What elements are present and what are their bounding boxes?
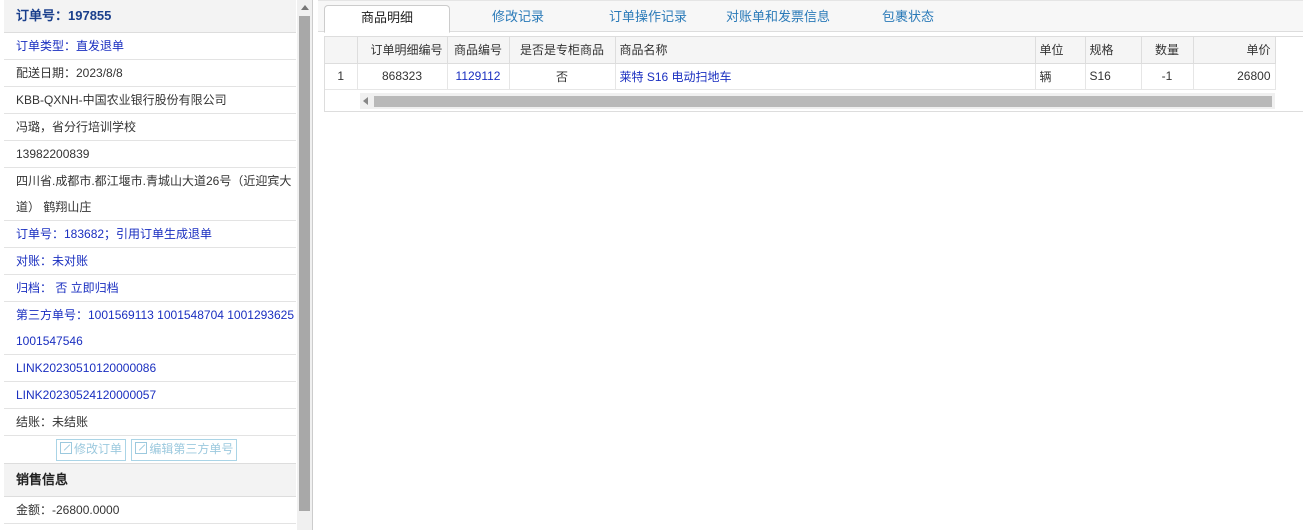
order-actions: 修改订单 编辑第三方单号 [4,436,296,464]
tab-product-details[interactable]: 商品明细 [324,5,450,33]
left-vertical-scrollbar[interactable] [297,0,312,530]
cell-index: 1 [325,63,358,90]
arrow-up-icon[interactable] [301,5,309,10]
scrollbar-thumb[interactable] [299,16,310,511]
arrow-left-icon[interactable] [363,97,368,105]
cell-counter-product: 否 [509,63,616,90]
col-header-quantity[interactable]: 数量 [1141,37,1194,64]
product-grid: 订单明细编号 商品编号 是否是专柜商品 商品名称 单位 规格 数量 单价 1 8… [324,36,1303,112]
product-table: 订单明细编号 商品编号 是否是专柜商品 商品名称 单位 规格 数量 单价 1 8… [325,37,1276,90]
order-info-content: 订单号：197855 订单类型：直发退单 配送日期：2023/8/8 KBB-Q… [4,0,296,524]
detail-panel: 商品明细 修改记录 订单操作记录 对账单和发票信息 包裹状态 订单明细编号 商品… [318,0,1303,530]
col-header-detail-id[interactable]: 订单明细编号 [357,37,448,64]
contact-name: 冯璐，省分行培训学校 [4,114,296,141]
cell-unit-price: 26800 [1193,63,1276,90]
table-row[interactable]: 1 868323 1129112 否 莱特 S16 电动扫地车 辆 S16 -1… [325,63,1276,90]
tab-package-status[interactable]: 包裹状态 [858,5,958,31]
order-number-title: 订单号：197855 [4,0,296,33]
tab-modification-log[interactable]: 修改记录 [458,5,578,31]
sales-amount: 金额：-26800.0000 [4,497,296,524]
tab-statement-invoice[interactable]: 对账单和发票信息 [713,5,843,31]
customer-company: KBB-QXNH-中国农业银行股份有限公司 [4,87,296,114]
col-header-unit-price[interactable]: 单价 [1193,37,1276,64]
cell-quantity: -1 [1141,63,1194,90]
order-info-panel: 订单号：197855 订单类型：直发退单 配送日期：2023/8/8 KBB-Q… [0,0,313,530]
link-number-2: LINK20230524120000057 [4,382,296,409]
edit-third-party-label: 编辑第三方单号 [149,442,234,456]
tab-bar: 商品明细 修改记录 订单操作记录 对账单和发票信息 包裹状态 [318,0,1303,33]
col-header-spec[interactable]: 规格 [1085,37,1142,64]
third-party-numbers: 第三方单号：1001569113 1001548704 1001293625 1… [4,302,296,355]
cell-spec: S16 [1085,63,1142,90]
cell-unit: 辆 [1035,63,1086,90]
scrollbar-thumb[interactable] [374,96,1272,107]
order-type: 订单类型：直发退单 [4,33,296,60]
modify-order-button[interactable]: 修改订单 [56,439,127,461]
link-number-1: LINK20230510120000086 [4,355,296,382]
reconciliation-status[interactable]: 对账：未对账 [4,248,296,275]
table-header-row: 订单明细编号 商品编号 是否是专柜商品 商品名称 单位 规格 数量 单价 [325,37,1276,64]
archive-status[interactable]: 归档： 否 立即归档 [4,275,296,302]
tab-order-operation-log[interactable]: 订单操作记录 [588,5,708,31]
grid-horizontal-scrollbar[interactable] [360,93,1275,109]
delivery-address: 四川省.成都市.都江堰市.青城山大道26号（近迎宾大道） 鹤翔山庄 [4,168,296,221]
col-header-unit[interactable]: 单位 [1035,37,1086,64]
settlement-status: 结账：未结账 [4,409,296,436]
cell-detail-id: 868323 [357,63,448,90]
col-header-index [325,37,358,64]
col-header-counter-product[interactable]: 是否是专柜商品 [509,37,616,64]
cell-product-id-link[interactable]: 1129112 [447,63,510,90]
cell-product-name-link[interactable]: 莱特 S16 电动扫地车 [615,63,1036,90]
reference-order[interactable]: 订单号：183682；引用订单生成退单 [4,221,296,248]
col-header-product-name[interactable]: 商品名称 [615,37,1036,64]
delivery-date: 配送日期：2023/8/8 [4,60,296,87]
edit-third-party-button[interactable]: 编辑第三方单号 [131,439,238,461]
edit-icon [135,442,148,454]
col-header-product-id[interactable]: 商品编号 [447,37,510,64]
contact-phone: 13982200839 [4,141,296,168]
sales-info-title: 销售信息 [4,464,296,497]
edit-icon [60,442,72,454]
modify-order-label: 修改订单 [74,442,123,456]
